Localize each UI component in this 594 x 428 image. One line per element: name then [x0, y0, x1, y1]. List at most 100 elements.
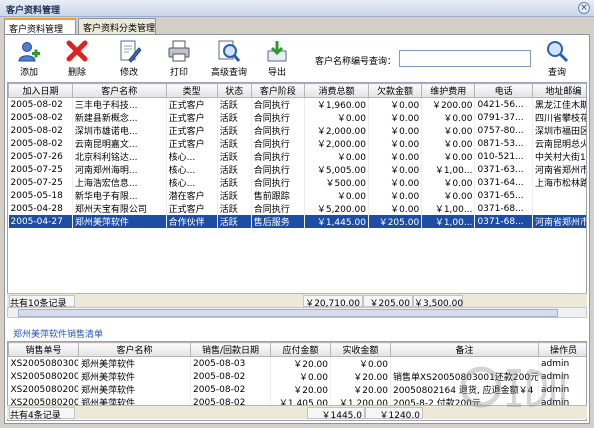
sales-column-header[interactable]: 客户名称 [78, 342, 191, 357]
sales-count: 共有4条记录 [9, 407, 75, 421]
customer-table-cell: ￥0.00 [421, 189, 476, 202]
customer-table-cell: ￥1,00... [421, 202, 476, 215]
sales-column-header[interactable]: 销售单号 [8, 342, 79, 357]
close-icon[interactable]: × [578, 2, 590, 14]
customer-table-header: 加入日期客户名称类型状态客户阶段消费总额欠款金额维护费用电话地址邮编主联系人 [8, 83, 586, 98]
customer-table-cell: 三丰电子科技... [72, 97, 167, 111]
edit-button[interactable]: 修改 [107, 39, 151, 79]
customer-table-cell: 活跃 [217, 137, 252, 150]
customer-table-cell: ￥500.00 [304, 176, 369, 189]
customer-table-cell: 新华电子有限... [72, 189, 167, 202]
sales-table-cell: ￥0.00 [330, 356, 391, 370]
customer-table-cell: 河南省郑州市 [532, 163, 586, 176]
customer-table-cell: 郑州美萍软件 [72, 215, 167, 228]
customer-table-row[interactable]: 2005-08-02 云南昆明嘉文... 正式客户 活跃 合同执行 ￥2,000.00 ￥0… [8, 137, 586, 150]
export-button[interactable]: 导出 [255, 39, 299, 79]
total-consumption: ￥20,710.00 [303, 295, 363, 309]
window-titlebar: 客户资料管理 × [0, 0, 594, 17]
customer-table-row[interactable]: 2005-05-18 新华电子有限... 潜在客户 活跃 售前跟踪 ￥0.00 ￥0.00 ￥… [8, 189, 586, 202]
customer-table-row[interactable]: 2005-08-02 深圳市雄诺电... 正式客户 活跃 合同执行 ￥2,000.00 ￥0… [8, 124, 586, 137]
customer-column-header[interactable]: 加入日期 [8, 83, 73, 98]
sales-column-header[interactable]: 销售/回款日期 [190, 342, 271, 357]
customer-table-row[interactable]: 2005-04-27 郑州美萍软件 合作伙伴 活跃 售后服务 ￥1,445.00 ￥205.… [8, 215, 586, 228]
delete-label: 删除 [67, 68, 86, 78]
customer-table-cell: ￥0.00 [304, 111, 369, 124]
print-button[interactable]: 打印 [157, 39, 201, 79]
customer-table-row[interactable]: 2005-07-25 河南郑州海明... 核心... 活跃 合同执行 ￥5,005.00 ￥… [8, 163, 586, 176]
customer-table-cell: ￥0.00 [368, 202, 423, 215]
customer-column-header[interactable]: 维护费用 [421, 83, 476, 98]
search-input[interactable] [399, 50, 531, 67]
customer-column-header[interactable]: 状态 [216, 83, 252, 98]
customer-table-cell: 2005-07-25 [8, 176, 73, 189]
customer-table-row[interactable]: 2005-08-02 三丰电子科技... 正式客户 活跃 合同执行 ￥1,960.00 ￥0… [8, 97, 586, 111]
customer-column-header[interactable]: 类型 [165, 83, 218, 98]
customer-table-cell: 深圳市雄诺电... [72, 124, 167, 137]
customer-table-cell: ￥0.00 [421, 137, 476, 150]
customer-column-header[interactable]: 欠款金额 [367, 83, 423, 98]
customer-column-header[interactable]: 消费总额 [304, 83, 369, 98]
tab-customer-category[interactable]: 客户资料分类管理 [78, 18, 156, 34]
customer-table-cell: 0871-53... [474, 137, 533, 150]
customer-table-cell: 活跃 [217, 202, 252, 215]
sales-table-cell: 2005-08-02 [190, 383, 271, 396]
customer-table-cell: 0371-65... [474, 189, 533, 202]
delete-button[interactable]: 删除 [55, 39, 99, 79]
customer-table-cell: ￥0.00 [368, 124, 423, 137]
sales-table-cell: ￥20.00 [330, 370, 391, 383]
customer-table-footer: 共有10条记录 ￥20,710.00 ￥205.00 ￥3,500.00 [7, 293, 587, 309]
customer-table-cell: ￥0.00 [421, 124, 476, 137]
customer-table-row[interactable]: 2005-04-28 郑州天宝有限公司 正式客户 活跃 合同执行 ￥5,200.00 ￥0.… [8, 202, 586, 215]
add-button[interactable]: 添加 [7, 39, 51, 79]
customer-table-cell [532, 202, 586, 215]
customer-table-cell: 合同执行 [251, 137, 306, 150]
customer-table-row[interactable]: 2005-08-02 新建县新概念... 正式客户 活跃 合同执行 ￥0.00 ￥0.00 ￥… [8, 111, 586, 124]
customer-table-cell: ￥2,000.00 [304, 137, 369, 150]
customer-table-cell: ￥0.00 [421, 111, 476, 124]
customer-table-cell: 活跃 [217, 163, 252, 176]
customer-table-cell: ￥0.00 [368, 137, 423, 150]
customer-table-row[interactable]: 2005-07-25 上海浩宏信息... 核心... 活跃 合同执行 ￥500.00 ￥0.… [8, 176, 586, 189]
customer-table-row[interactable]: 2005-07-26 北京科利铭达... 核心... 活跃 合同执行 ￥0.00 ￥0.00… [8, 150, 586, 163]
customer-table-cell: 合同执行 [251, 176, 306, 189]
sales-column-header[interactable]: 操作员 [538, 342, 586, 357]
customer-table-cell: ￥0.00 [368, 176, 423, 189]
customer-table-cell: 合作伙伴 [166, 215, 218, 228]
customer-table-cell: 活跃 [217, 215, 252, 228]
horizontal-scrollbar[interactable] [7, 307, 587, 318]
query-label: 查询 [547, 68, 566, 78]
customer-table-cell: 2005-07-26 [8, 150, 73, 163]
customer-table-cell: 活跃 [217, 97, 252, 111]
customer-table-cell: 活跃 [217, 111, 252, 124]
sales-column-header[interactable]: 备注 [390, 342, 539, 357]
sales-table-cell: ￥20.00 [330, 383, 391, 396]
print-label: 打印 [169, 68, 188, 78]
customer-column-header[interactable]: 客户名称 [71, 83, 167, 98]
customer-column-header[interactable]: 地址邮编 [531, 83, 586, 98]
export-label: 导出 [267, 68, 286, 78]
sales-column-header[interactable]: 实收金额 [330, 342, 391, 357]
customer-table-cell: 0371-64... [474, 176, 533, 189]
scrollbar-thumb[interactable] [18, 309, 558, 317]
customer-column-header[interactable]: 客户阶段 [250, 83, 306, 98]
add-user-icon [18, 42, 40, 62]
customer-count: 共有10条记录 [9, 295, 75, 309]
sales-table-cell: 2005-08-02 [190, 370, 271, 383]
query-button[interactable]: 查询 [535, 39, 579, 79]
customer-table-cell: 合同执行 [251, 150, 306, 163]
customer-table-cell: 2005-08-02 [8, 137, 73, 150]
sales-column-header[interactable]: 应付金额 [270, 342, 331, 357]
customer-table-cell: 云南昆明总火 [532, 137, 586, 150]
customer-table-cell [532, 189, 586, 202]
customer-table-cell: 郑州天宝有限公司 [72, 202, 167, 215]
customer-table-cell: 北京科利铭达... [72, 150, 167, 163]
customer-table-cell: 上海市松林路 [532, 176, 586, 189]
sales-table-cell: ￥20.00 [270, 383, 331, 396]
advanced-search-button[interactable]: 高级查询 [205, 39, 253, 79]
sales-table-cell: ￥0.00 [270, 370, 331, 383]
tab-customer-info[interactable]: 客户资料管理 [4, 18, 76, 35]
customer-table-cell: 核心... [166, 163, 218, 176]
customer-column-header[interactable]: 电话 [474, 83, 533, 98]
customer-table-cell: 2005-08-02 [8, 97, 73, 111]
customer-table-cell: 正式客户 [166, 137, 218, 150]
